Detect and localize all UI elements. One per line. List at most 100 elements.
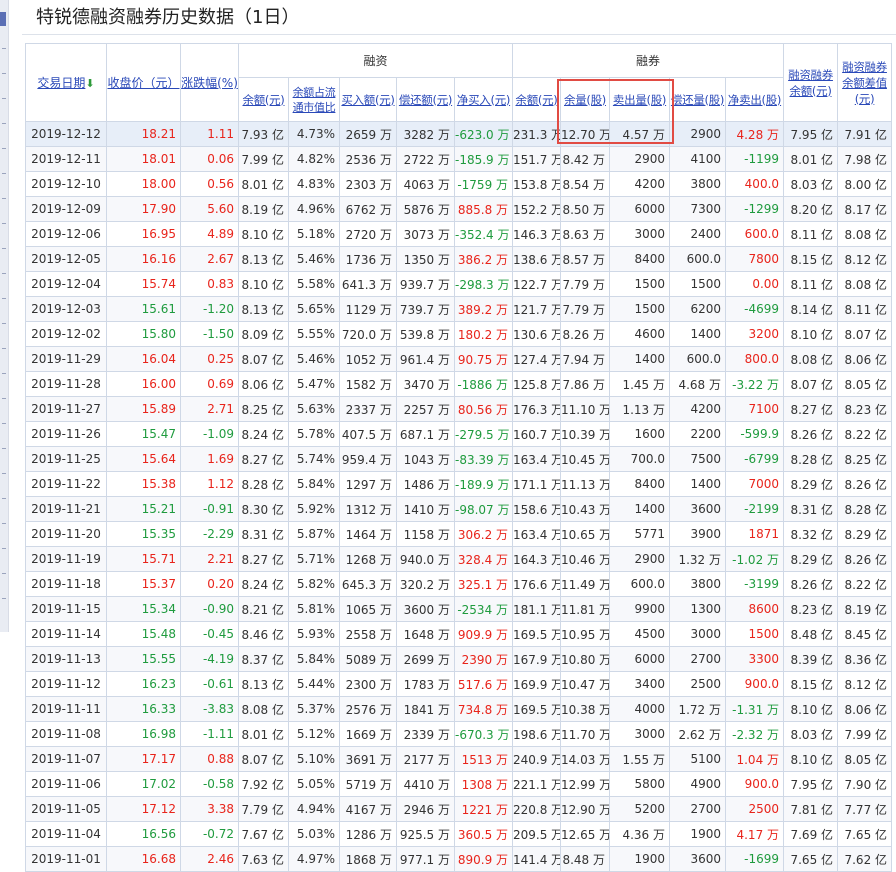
table-row[interactable]: 2019-11-11 16.33 -3.83 8.08 亿 5.37% 2576 万 184… xyxy=(25,696,893,722)
sort-margin-balance-link[interactable]: 余额(元) xyxy=(243,93,285,107)
header-total-balance[interactable]: 融资融券余额(元) xyxy=(783,43,839,122)
table-row[interactable]: 2019-11-12 16.23 -0.61 8.13 亿 5.44% 2300 万 178… xyxy=(25,671,893,697)
table-row[interactable]: 2019-12-05 16.16 2.67 8.13 亿 5.46% 1736 万 1350… xyxy=(25,246,893,272)
table-row[interactable]: 2019-12-03 15.61 -1.20 8.13 亿 5.65% 1129 万 739… xyxy=(25,296,893,322)
cell-short-balance: 176.6 万 xyxy=(512,571,562,597)
cell-close: 15.55 xyxy=(106,646,181,672)
table-row[interactable]: 2019-11-14 15.48 -0.45 8.46 亿 5.93% 2558 万 164… xyxy=(25,621,893,647)
sort-short-repay-link[interactable]: 偿还量(股) xyxy=(671,93,724,107)
cell-short-sell: 3000 xyxy=(609,221,671,247)
cell-total-balance: 8.26 亿 xyxy=(783,421,839,447)
sort-margin-buy-link[interactable]: 买入额(元) xyxy=(341,93,394,107)
cell-margin-net: 306.2 万 xyxy=(453,521,514,547)
table-row[interactable]: 2019-12-04 15.74 0.83 8.10 亿 5.58% 641.3 万 939… xyxy=(25,271,893,297)
cell-change: -0.72 xyxy=(180,821,239,847)
cell-margin-balance: 7.92 亿 xyxy=(238,771,289,797)
sort-short-net-link[interactable]: 净卖出(股) xyxy=(728,93,781,107)
header-short-net[interactable]: 净卖出(股) xyxy=(725,77,785,122)
cell-short-sell: 1.55 万 xyxy=(609,746,671,772)
header-margin-buy[interactable]: 买入额(元) xyxy=(339,77,397,122)
cell-short-net: 1500 xyxy=(725,621,785,647)
cell-short-balance: 181.1 万 xyxy=(512,596,562,622)
cell-margin-balance: 8.37 亿 xyxy=(238,646,289,672)
sort-date-link[interactable]: 交易日期 xyxy=(37,76,85,90)
header-short-sell[interactable]: 卖出量(股) xyxy=(609,77,671,122)
table-row[interactable]: 2019-11-19 15.71 2.21 8.27 亿 5.71% 1268 万 940.… xyxy=(25,546,893,572)
cell-short-balance: 171.1 万 xyxy=(512,471,562,497)
table-row[interactable]: 2019-11-26 15.47 -1.09 8.24 亿 5.78% 407.5 万 68… xyxy=(25,421,893,447)
table-row[interactable]: 2019-11-25 15.64 1.69 8.27 亿 5.74% 959.4 万 104… xyxy=(25,446,893,472)
cell-short-repay: 2900 xyxy=(669,121,727,147)
cell-change: 0.69 xyxy=(180,371,239,397)
header-margin-repay[interactable]: 偿还额(元) xyxy=(396,77,455,122)
sort-margin-repay-link[interactable]: 偿还额(元) xyxy=(399,93,452,107)
cell-margin-balance: 8.31 亿 xyxy=(238,521,289,547)
table-row[interactable]: 2019-11-20 15.35 -2.29 8.31 亿 5.87% 1464 万 115… xyxy=(25,521,893,547)
cell-margin-net: -2534 万 xyxy=(453,596,514,622)
header-short-volume[interactable]: 余量(股) xyxy=(560,77,611,122)
sort-margin-ratio-link[interactable]: 余额占流通市值比 xyxy=(293,86,336,114)
table-row[interactable]: 2019-12-12 18.21 1.11 7.93 亿 4.73% 2659 万 3282… xyxy=(25,121,893,147)
sidebar-tick xyxy=(2,423,6,424)
cell-short-sell: 5771 xyxy=(609,521,671,547)
sort-balance-diff-link[interactable]: 融资融券余额差值(元) xyxy=(842,60,887,106)
cell-margin-balance: 8.09 亿 xyxy=(238,321,289,347)
cell-short-volume: 10.65 万 xyxy=(560,521,611,547)
sort-short-volume-link[interactable]: 余量(股) xyxy=(564,93,606,107)
table-row[interactable]: 2019-11-29 16.04 0.25 8.07 亿 5.46% 1052 万 961.… xyxy=(25,346,893,372)
cell-margin-buy: 1868 万 xyxy=(339,846,397,872)
cell-margin-net: 2390 万 xyxy=(453,646,514,672)
cell-short-balance: 160.7 万 xyxy=(512,421,562,447)
table-row[interactable]: 2019-12-10 18.00 0.56 8.01 亿 4.83% 2303 万 4063… xyxy=(25,171,893,197)
header-short-balance[interactable]: 余额(元) xyxy=(512,77,562,122)
cell-short-repay: 3900 xyxy=(669,521,727,547)
header-balance-diff[interactable]: 融资融券余额差值(元) xyxy=(837,43,893,122)
table-row[interactable]: 2019-12-06 16.95 4.89 8.10 亿 5.18% 2720 万 3073… xyxy=(25,221,893,247)
table-row[interactable]: 2019-11-01 16.68 2.46 7.63 亿 4.97% 1868 万 977.… xyxy=(25,846,893,872)
table-row[interactable]: 2019-12-11 18.01 0.06 7.99 亿 4.82% 2536 万 2722… xyxy=(25,146,893,172)
table-row[interactable]: 2019-11-22 15.38 1.12 8.28 亿 5.84% 1297 万 1486… xyxy=(25,471,893,497)
cell-margin-net: 734.8 万 xyxy=(453,696,514,722)
header-margin-balance[interactable]: 余额(元) xyxy=(238,77,289,122)
cell-balance-diff: 8.45 亿 xyxy=(837,621,893,647)
sort-close-link[interactable]: 收盘价（元） xyxy=(108,76,180,90)
table-row[interactable]: 2019-11-18 15.37 0.20 8.24 亿 5.82% 645.3 万 320… xyxy=(25,571,893,597)
cell-short-net: 3300 xyxy=(725,646,785,672)
header-date[interactable]: 交易日期⬇ xyxy=(25,43,107,122)
table-row[interactable]: 2019-11-21 15.21 -0.91 8.30 亿 5.92% 1312 万 141… xyxy=(25,496,893,522)
header-close[interactable]: 收盘价（元） xyxy=(106,43,181,122)
cell-short-volume: 8.42 万 xyxy=(560,146,611,172)
table-row[interactable]: 2019-11-07 17.17 0.88 8.07 亿 5.10% 3691 万 2177… xyxy=(25,746,893,772)
table-row[interactable]: 2019-11-27 15.89 2.71 8.25 亿 5.63% 2337 万 2257… xyxy=(25,396,893,422)
sort-change-link[interactable]: 涨跌幅(%) xyxy=(182,76,238,90)
table-row[interactable]: 2019-11-08 16.98 -1.11 8.01 亿 5.12% 1669 万 233… xyxy=(25,721,893,747)
cell-short-volume: 12.99 万 xyxy=(560,771,611,797)
table-row[interactable]: 2019-11-05 17.12 3.38 7.79 亿 4.94% 4167 万 2946… xyxy=(25,796,893,822)
cell-margin-ratio: 5.65% xyxy=(288,296,340,322)
table-row[interactable]: 2019-12-02 15.80 -1.50 8.09 亿 5.55% 720.0 万 53… xyxy=(25,321,893,347)
header-margin-ratio[interactable]: 余额占流通市值比 xyxy=(288,77,340,122)
table-row[interactable]: 2019-11-28 16.00 0.69 8.06 亿 5.47% 1582 万 3470… xyxy=(25,371,893,397)
sort-short-balance-link[interactable]: 余额(元) xyxy=(516,93,558,107)
table-row[interactable]: 2019-11-04 16.56 -0.72 7.67 亿 5.03% 1286 万 925… xyxy=(25,821,893,847)
cell-balance-diff: 8.00 亿 xyxy=(837,171,893,197)
cell-short-sell: 4600 xyxy=(609,321,671,347)
cell-margin-buy: 1312 万 xyxy=(339,496,397,522)
cell-margin-ratio: 5.71% xyxy=(288,546,340,572)
header-change[interactable]: 涨跌幅(%) xyxy=(180,43,239,122)
sort-total-balance-link[interactable]: 融资融券余额(元) xyxy=(788,68,833,98)
table-row[interactable]: 2019-11-06 17.02 -0.58 7.92 亿 5.05% 5719 万 441… xyxy=(25,771,893,797)
cell-margin-repay: 1841 万 xyxy=(396,696,455,722)
table-row[interactable]: 2019-11-15 15.34 -0.90 8.21 亿 5.81% 1065 万 360… xyxy=(25,596,893,622)
cell-total-balance: 8.03 亿 xyxy=(783,721,839,747)
table-row[interactable]: 2019-12-09 17.90 5.60 8.19 亿 4.96% 6762 万 5876… xyxy=(25,196,893,222)
cell-balance-diff: 8.11 亿 xyxy=(837,296,893,322)
header-margin-net[interactable]: 净买入(元) xyxy=(453,77,514,122)
sidebar-tick xyxy=(2,373,6,374)
cell-short-sell: 9900 xyxy=(609,596,671,622)
header-short-repay[interactable]: 偿还量(股) xyxy=(669,77,727,122)
sort-short-sell-link[interactable]: 卖出量(股) xyxy=(613,93,666,107)
cell-balance-diff: 8.26 亿 xyxy=(837,471,893,497)
sort-margin-net-link[interactable]: 净买入(元) xyxy=(457,93,510,107)
table-row[interactable]: 2019-11-13 15.55 -4.19 8.37 亿 5.84% 5089 万 269… xyxy=(25,646,893,672)
